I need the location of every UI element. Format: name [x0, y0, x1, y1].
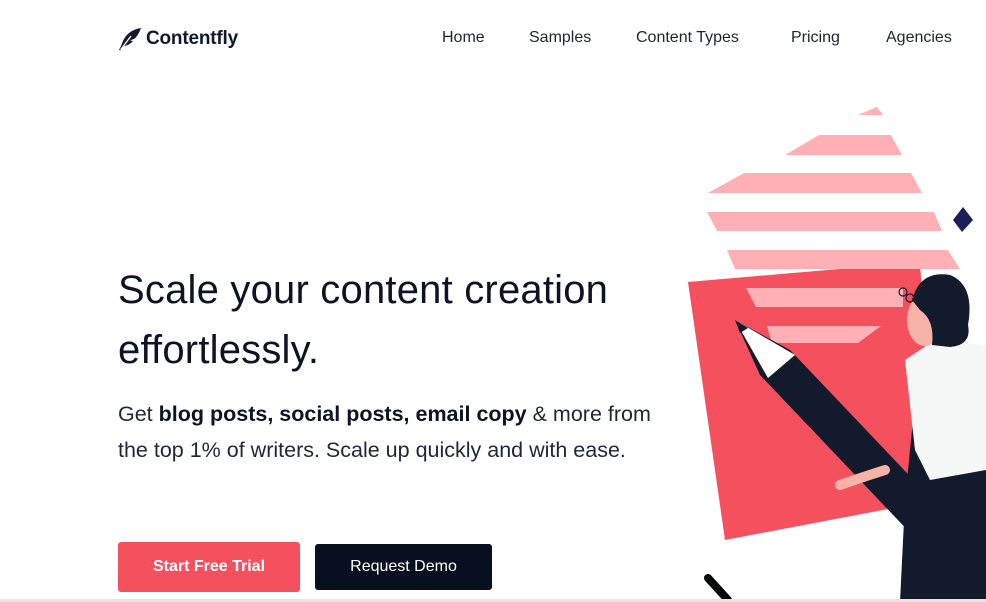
start-free-trial-button[interactable]: Start Free Trial [118, 542, 300, 592]
hero-subtitle: Get blog posts, social posts, email copy… [118, 396, 678, 468]
hero-title-line-2: effortlessly. [118, 328, 320, 372]
pencil-shadow-stroke [704, 574, 732, 602]
nav-content-types[interactable]: Content Types [636, 29, 739, 47]
nav-pricing[interactable]: Pricing [791, 29, 840, 47]
nav-agencies[interactable]: Agencies [886, 29, 952, 47]
stripe-shape [707, 107, 942, 231]
hero-sub-prefix: Get [118, 402, 159, 426]
hero-title: Scale your content creation effortlessly… [118, 260, 678, 380]
hero-sub-highlight: blog posts, social posts, email copy [158, 402, 527, 426]
nav-home[interactable]: Home [442, 29, 485, 47]
hero-title-line-1: Scale your content creation [118, 268, 609, 312]
site-header: Contentfly Home Samples Content Types Pr… [0, 0, 986, 78]
main-nav: Home Samples Content Types Pricing Agenc… [0, 29, 986, 49]
hero-illustration [688, 107, 986, 602]
nav-samples[interactable]: Samples [529, 29, 591, 47]
request-demo-button[interactable]: Request Demo [315, 544, 492, 590]
diamond-shape [953, 207, 973, 232]
